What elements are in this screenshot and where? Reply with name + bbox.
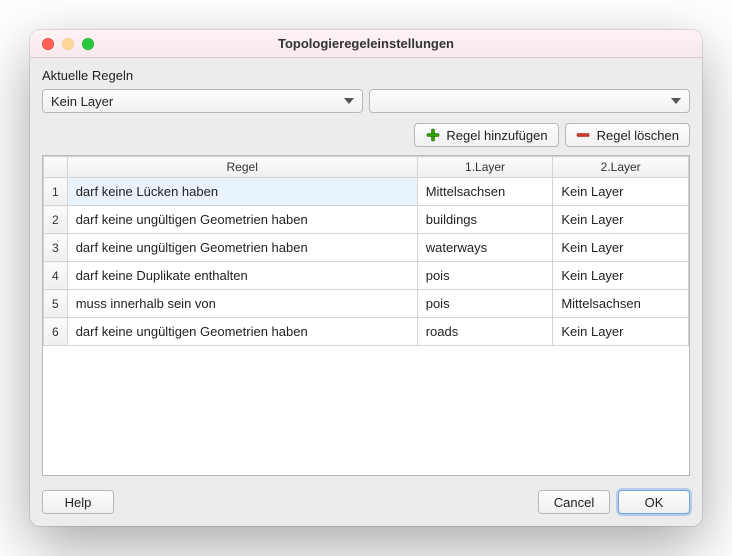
rules-table[interactable]: Regel 1.Layer 2.Layer 1darf keine Lücken…	[43, 156, 689, 346]
cell-layer1: waterways	[417, 234, 553, 262]
help-button[interactable]: Help	[42, 490, 114, 514]
rule-buttons-row: Regel hinzufügen Regel löschen	[42, 117, 690, 151]
window-title: Topologieregeleinstellungen	[30, 36, 702, 51]
window-controls	[30, 38, 94, 50]
plus-icon	[425, 128, 440, 143]
minimize-icon[interactable]	[62, 38, 74, 50]
row-index: 1	[44, 178, 68, 206]
layer-combo-left-value: Kein Layer	[51, 94, 113, 109]
table-header-layer1: 1.Layer	[417, 157, 553, 178]
cell-layer1: Mittelsachsen	[417, 178, 553, 206]
cell-layer1: pois	[417, 262, 553, 290]
layer-combo-right[interactable]	[369, 89, 690, 113]
minus-icon	[576, 128, 591, 143]
cell-rule: darf keine ungültigen Geometrien haben	[67, 318, 417, 346]
cancel-button[interactable]: Cancel	[538, 490, 610, 514]
dialog-window: Topologieregeleinstellungen Aktuelle Reg…	[30, 30, 702, 526]
row-index: 3	[44, 234, 68, 262]
table-header-rule: Regel	[67, 157, 417, 178]
row-index: 6	[44, 318, 68, 346]
cell-layer2: Kein Layer	[553, 234, 689, 262]
table-header-row: Regel 1.Layer 2.Layer	[44, 157, 689, 178]
delete-rule-label: Regel löschen	[597, 128, 679, 143]
row-index: 4	[44, 262, 68, 290]
cell-rule: muss innerhalb sein von	[67, 290, 417, 318]
cell-rule: darf keine Duplikate enthalten	[67, 262, 417, 290]
row-index: 2	[44, 206, 68, 234]
cell-layer2: Mittelsachsen	[553, 290, 689, 318]
table-header-index	[44, 157, 68, 178]
cell-rule: darf keine ungültigen Geometrien haben	[67, 206, 417, 234]
table-row[interactable]: 5muss innerhalb sein vonpoisMittelsachse…	[44, 290, 689, 318]
table-row[interactable]: 4darf keine Duplikate enthaltenpoisKein …	[44, 262, 689, 290]
ok-label: OK	[645, 495, 664, 510]
layer-combo-row: Kein Layer	[42, 89, 690, 113]
delete-rule-button[interactable]: Regel löschen	[565, 123, 690, 147]
dialog-footer: Help Cancel OK	[42, 480, 690, 514]
cancel-label: Cancel	[554, 495, 594, 510]
table-row[interactable]: 3darf keine ungültigen Geometrien habenw…	[44, 234, 689, 262]
zoom-icon[interactable]	[82, 38, 94, 50]
rules-table-container: Regel 1.Layer 2.Layer 1darf keine Lücken…	[42, 155, 690, 476]
cell-layer2: Kein Layer	[553, 318, 689, 346]
help-label: Help	[65, 495, 92, 510]
cell-layer1: pois	[417, 290, 553, 318]
titlebar: Topologieregeleinstellungen	[30, 30, 702, 58]
table-header-layer2: 2.Layer	[553, 157, 689, 178]
cell-layer2: Kein Layer	[553, 262, 689, 290]
cell-layer2: Kein Layer	[553, 206, 689, 234]
cell-rule: darf keine ungültigen Geometrien haben	[67, 234, 417, 262]
add-rule-button[interactable]: Regel hinzufügen	[414, 123, 558, 147]
layer-combo-left[interactable]: Kein Layer	[42, 89, 363, 113]
cell-layer1: roads	[417, 318, 553, 346]
table-row[interactable]: 1darf keine Lücken habenMittelsachsenKei…	[44, 178, 689, 206]
cell-layer1: buildings	[417, 206, 553, 234]
close-icon[interactable]	[42, 38, 54, 50]
dialog-content: Aktuelle Regeln Kein Layer	[30, 58, 702, 526]
table-row[interactable]: 6darf keine ungültigen Geometrien habenr…	[44, 318, 689, 346]
section-label: Aktuelle Regeln	[42, 66, 690, 85]
chevron-down-icon	[342, 94, 356, 108]
row-index: 5	[44, 290, 68, 318]
cell-rule: darf keine Lücken haben	[67, 178, 417, 206]
ok-button[interactable]: OK	[618, 490, 690, 514]
chevron-down-icon	[669, 94, 683, 108]
table-row[interactable]: 2darf keine ungültigen Geometrien habenb…	[44, 206, 689, 234]
add-rule-label: Regel hinzufügen	[446, 128, 547, 143]
cell-layer2: Kein Layer	[553, 178, 689, 206]
